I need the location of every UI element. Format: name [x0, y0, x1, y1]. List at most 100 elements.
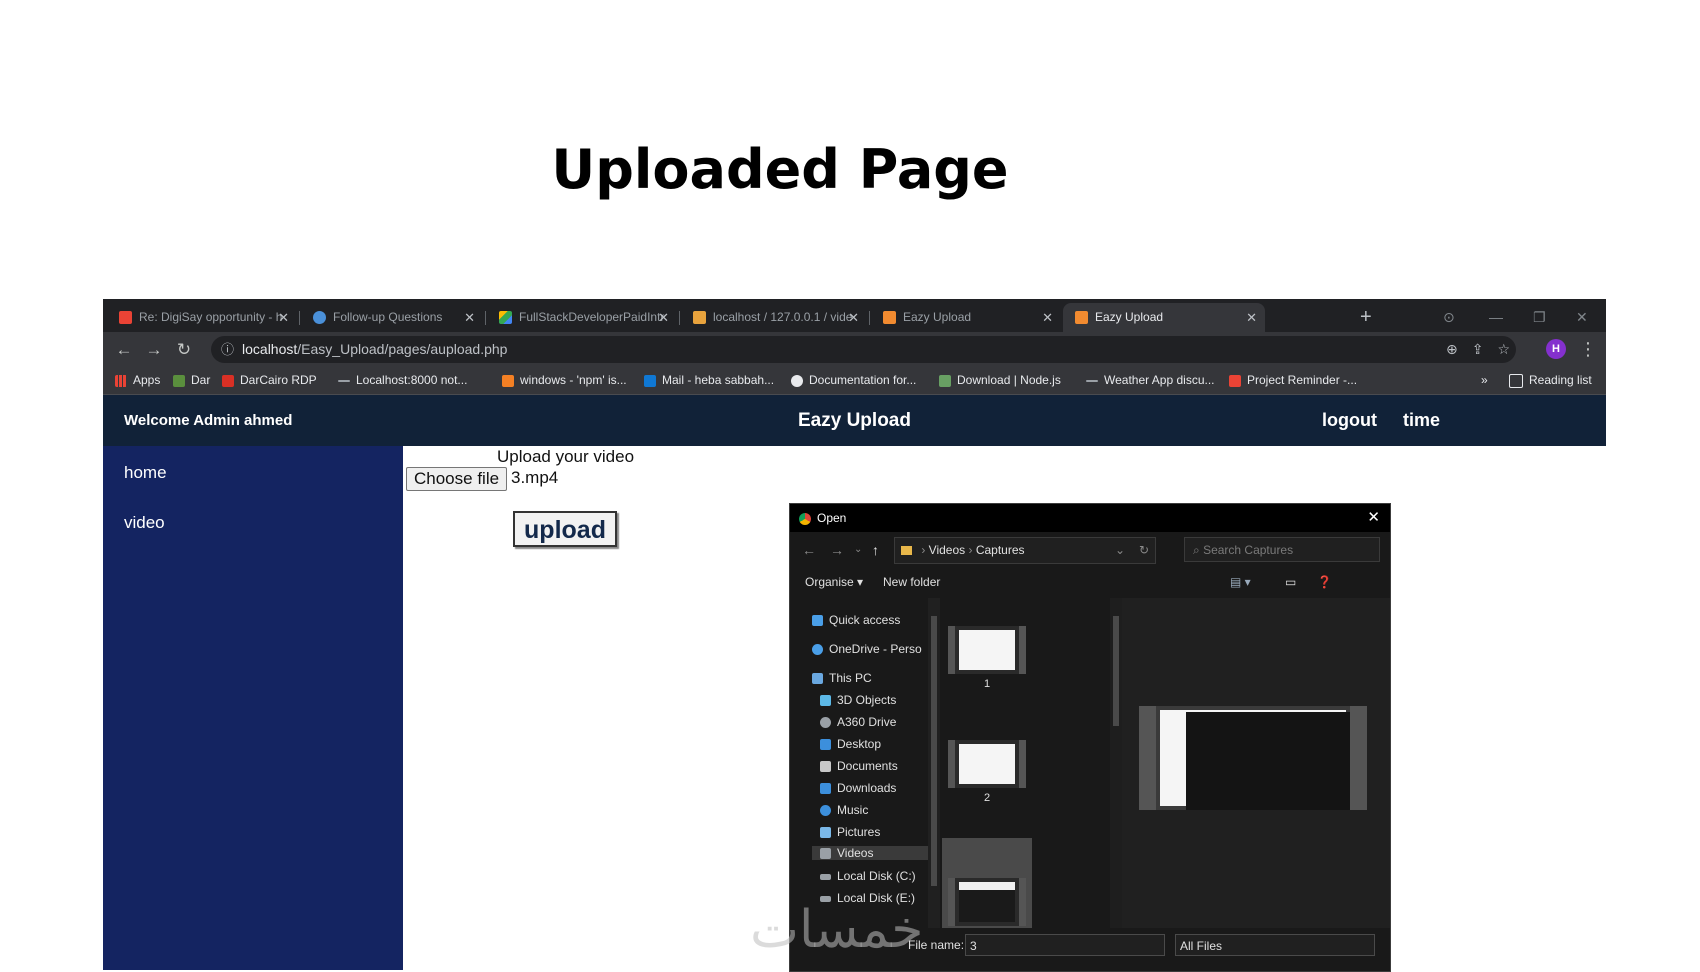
nav-a360-drive[interactable]: A360 Drive — [820, 715, 896, 729]
share-icon[interactable]: ⇪ — [1472, 341, 1484, 357]
forward-icon[interactable]: → — [830, 532, 844, 568]
close-tab-icon[interactable]: ✕ — [1246, 303, 1257, 332]
nav-quick-access[interactable]: Quick access — [812, 613, 900, 627]
picture-icon — [820, 827, 831, 839]
disk-icon — [820, 873, 831, 880]
more-bookmarks-icon[interactable]: » — [1481, 367, 1488, 394]
close-tab-icon[interactable]: ✕ — [1042, 303, 1053, 332]
path-bar[interactable]: › Videos › Captures ⌄ ↻ — [894, 537, 1156, 564]
chevron-down-icon[interactable]: ⌄ — [854, 532, 862, 568]
search-input[interactable]: ⌕ Search Captures — [1184, 537, 1380, 562]
close-icon[interactable]: ✕ — [1367, 504, 1380, 532]
help-icon[interactable]: ❓ — [1317, 568, 1332, 596]
reload-icon[interactable]: ↻ — [171, 332, 197, 367]
folder-icon — [901, 546, 912, 556]
minimize-icon[interactable]: — — [1489, 303, 1503, 331]
nav-this-pc[interactable]: This PC — [812, 671, 872, 685]
browser-tab[interactable]: Eazy Upload ✕ — [871, 303, 1061, 332]
video-folder-icon — [820, 848, 831, 860]
tab-search-icon[interactable]: ⊙ — [1443, 303, 1455, 331]
sidebar-item-home[interactable]: home — [124, 463, 167, 483]
nav-scrollbar[interactable] — [928, 598, 940, 928]
bookmark-item[interactable]: windows - 'npm' is... — [502, 367, 627, 394]
bookmark-icon — [222, 374, 234, 387]
maximize-icon[interactable]: ❐ — [1533, 303, 1546, 331]
video-thumbnail — [948, 740, 1026, 788]
nav-documents[interactable]: Documents — [820, 759, 898, 773]
zoom-icon[interactable]: ⊕ — [1446, 341, 1458, 357]
file-name-input[interactable]: 3 — [965, 934, 1165, 956]
address-bar[interactable]: ⓘ localhost/Easy_Upload/pages/aupload.php… — [211, 336, 1516, 363]
app-title: Eazy Upload — [798, 410, 911, 431]
dialog-nav: ← → ⌄ ↑ › Videos › Captures ⌄ ↻ ⌕ Search… — [790, 532, 1390, 568]
nav-onedrive[interactable]: OneDrive - Perso — [812, 642, 922, 656]
browser-tab-active[interactable]: Eazy Upload ✕ — [1063, 303, 1265, 332]
bookmark-item[interactable]: Localhost:8000 not... — [338, 367, 467, 394]
close-tab-icon[interactable]: ✕ — [658, 303, 669, 332]
browser-tab[interactable]: FullStackDeveloperPaidIntr ✕ — [487, 303, 677, 332]
browser-tab[interactable]: Re: DigiSay opportunity - h ✕ — [107, 303, 297, 332]
close-tab-icon[interactable]: ✕ — [278, 303, 289, 332]
bookmark-star-icon[interactable]: ☆ — [1497, 341, 1510, 357]
choose-file-button[interactable]: Choose file — [406, 467, 508, 491]
site-info-icon[interactable]: ⓘ — [221, 336, 234, 363]
back-icon[interactable]: ← — [111, 332, 137, 367]
file-item[interactable]: 2 — [942, 734, 1032, 824]
close-tab-icon[interactable]: ✕ — [848, 303, 859, 332]
sidebar-item-video[interactable]: video — [124, 513, 165, 533]
upload-button[interactable]: upload — [513, 511, 617, 547]
bookmark-icon — [173, 374, 185, 387]
drive-icon — [499, 311, 512, 325]
browser-tab[interactable]: Follow-up Questions ✕ — [301, 303, 483, 332]
upload-label: Upload your video — [497, 447, 635, 466]
bookmark-item[interactable]: Dar — [173, 367, 210, 394]
up-icon[interactable]: ↑ — [872, 532, 879, 568]
path-segment[interactable]: Captures — [976, 543, 1025, 557]
nav-videos[interactable]: Videos — [812, 846, 940, 860]
menu-icon[interactable]: ⋮ — [1579, 332, 1597, 367]
path-segment[interactable]: Videos — [929, 543, 965, 557]
nav-3d-objects[interactable]: 3D Objects — [820, 693, 896, 707]
html-icon — [1075, 311, 1088, 325]
close-tab-icon[interactable]: ✕ — [464, 303, 475, 332]
logout-link[interactable]: logout — [1322, 395, 1377, 446]
doc-icon — [313, 311, 326, 325]
nav-desktop[interactable]: Desktop — [820, 737, 881, 751]
nav-downloads[interactable]: Downloads — [820, 781, 896, 795]
forward-icon[interactable]: → — [141, 332, 167, 367]
watermark: خمسات — [750, 900, 924, 960]
file-list: 1 2 3 — [940, 598, 1110, 948]
bookmark-item[interactable]: DarCairo RDP — [222, 367, 317, 394]
chevron-down-icon[interactable]: ⌄ — [1115, 538, 1125, 563]
view-icon[interactable]: ▤ ▾ — [1230, 568, 1251, 596]
back-icon[interactable]: ← — [802, 532, 816, 568]
globe-icon — [791, 374, 803, 387]
bookmark-apps[interactable]: Apps — [115, 367, 160, 394]
sidebar: home video — [103, 446, 403, 970]
browser-tab[interactable]: localhost / 127.0.0.1 / vide ✕ — [681, 303, 867, 332]
music-icon — [820, 805, 831, 817]
drive-icon — [820, 717, 831, 729]
new-tab-icon[interactable]: + — [1360, 303, 1372, 331]
file-type-select[interactable]: All Files — [1175, 934, 1375, 956]
file-item[interactable]: 1 — [942, 620, 1032, 710]
navigation-pane: Quick access OneDrive - Perso This PC 3D… — [790, 598, 940, 928]
reading-list[interactable]: Reading list — [1509, 367, 1592, 394]
time-link[interactable]: time — [1403, 395, 1440, 446]
nav-pictures[interactable]: Pictures — [820, 825, 880, 839]
bookmark-item[interactable]: Mail - heba sabbah... — [644, 367, 774, 394]
nav-local-disk-c[interactable]: Local Disk (C:) — [820, 869, 916, 883]
organise-button[interactable]: Organise ▾ — [805, 568, 863, 596]
bookmark-item[interactable]: Weather App discu... — [1086, 367, 1215, 394]
profile-avatar[interactable]: H — [1546, 339, 1566, 359]
bookmark-item[interactable]: Project Reminder -... — [1229, 367, 1357, 394]
files-scrollbar[interactable] — [1110, 598, 1122, 928]
nav-music[interactable]: Music — [820, 803, 868, 817]
bookmark-item[interactable]: Download | Node.js — [939, 367, 1061, 394]
refresh-icon[interactable]: ↻ — [1139, 538, 1149, 563]
welcome-text: Welcome Admin ahmed — [124, 412, 293, 429]
preview-pane-icon[interactable]: ▭ — [1285, 568, 1296, 596]
close-window-icon[interactable]: ✕ — [1576, 303, 1588, 331]
bookmark-item[interactable]: Documentation for... — [791, 367, 916, 394]
new-folder-button[interactable]: New folder — [883, 568, 940, 596]
